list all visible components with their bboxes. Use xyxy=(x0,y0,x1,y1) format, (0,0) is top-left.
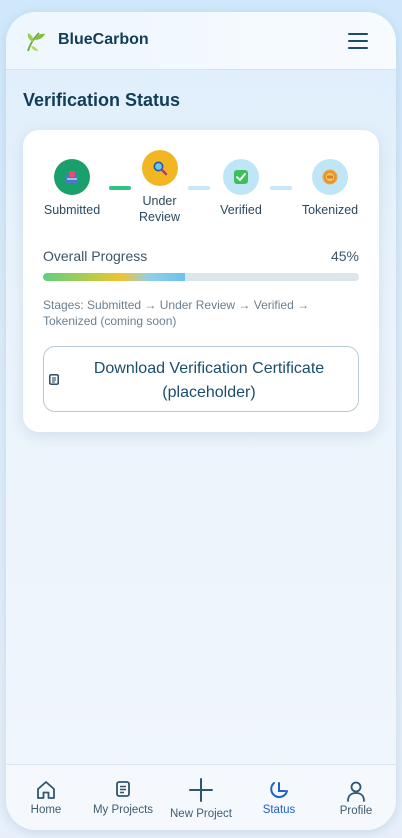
hamburger-menu-icon[interactable] xyxy=(348,33,368,50)
stage-label: Under Review xyxy=(139,194,180,224)
check-icon xyxy=(223,159,259,195)
stage-submitted: Submitted xyxy=(37,159,107,218)
coin-icon xyxy=(312,159,348,195)
progress-percent: 45% xyxy=(330,248,359,264)
brand-name: BlueCarbon xyxy=(58,31,149,48)
nav-profile[interactable]: Profile xyxy=(317,765,395,830)
plus-icon xyxy=(189,778,213,802)
nav-label: Home xyxy=(30,804,62,816)
page-title: Verification Status xyxy=(23,90,181,110)
nav-home[interactable]: Home xyxy=(7,765,85,830)
magnifier-icon xyxy=(141,150,178,186)
stage-label: Submitted xyxy=(43,203,101,217)
stages-note: Stages: Submitted → Under Review → Verif… xyxy=(43,298,310,328)
projects-icon xyxy=(116,781,130,797)
bottom-nav: Home My Projects New Project Status Prof… xyxy=(6,764,396,830)
verification-card: Submitted Under Review Verified Tokenize… xyxy=(23,130,379,432)
nav-label: Status xyxy=(262,804,296,816)
nav-label: My Projects xyxy=(92,804,154,816)
profile-icon xyxy=(347,781,365,802)
nav-status[interactable]: Status xyxy=(240,765,318,830)
progress-label: Overall Progress xyxy=(43,248,148,264)
leaf-logo-icon xyxy=(27,32,45,52)
progress-bar xyxy=(43,273,359,281)
app-screen: BlueCarbon Verification Status Submitted xyxy=(6,12,396,830)
progress-bar-fill xyxy=(43,273,186,281)
stage-connector-1 xyxy=(109,186,131,190)
stage-under-review: Under Review xyxy=(131,150,188,225)
download-certificate-button[interactable]: Download Verification Certificate (place… xyxy=(43,346,359,412)
download-button-label: Download Verification Certificate (place… xyxy=(93,360,325,401)
nav-label: New Project xyxy=(170,808,232,820)
submitted-icon xyxy=(54,159,90,195)
status-icon xyxy=(270,782,288,798)
document-icon xyxy=(49,374,59,385)
stage-label: Verified xyxy=(220,203,262,217)
nav-my-projects[interactable]: My Projects xyxy=(84,765,162,830)
stage-connector-2 xyxy=(188,186,210,190)
nav-new-project[interactable]: New Project xyxy=(162,765,240,830)
stage-tokenized: Tokenized xyxy=(297,159,363,218)
stage-connector-3 xyxy=(270,186,292,190)
nav-label: Profile xyxy=(339,805,373,817)
stage-verified: Verified xyxy=(211,159,271,218)
top-bar: BlueCarbon xyxy=(6,12,396,70)
stage-label: Tokenized xyxy=(301,203,359,217)
home-icon xyxy=(37,781,55,799)
